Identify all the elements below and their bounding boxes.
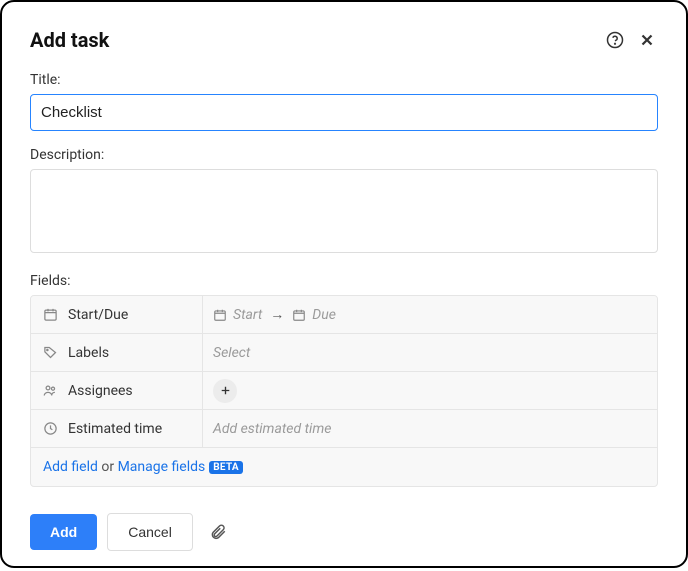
description-label: Description: — [30, 147, 658, 163]
field-row-labels: Labels Select — [31, 334, 657, 372]
due-placeholder: Due — [312, 307, 336, 323]
field-label: Labels — [68, 345, 109, 361]
field-row-startdue: Start/Due Start → Due — [31, 296, 657, 334]
people-icon — [43, 383, 58, 398]
calendar-icon — [213, 308, 227, 322]
field-label: Estimated time — [68, 421, 162, 437]
title-input[interactable] — [30, 94, 658, 131]
calendar-icon — [43, 307, 58, 322]
add-button[interactable]: Add — [30, 514, 97, 550]
modal-title: Add task — [30, 28, 109, 52]
beta-badge: BETA — [209, 461, 243, 474]
add-assignee-button[interactable] — [213, 379, 237, 403]
attachment-icon[interactable] — [209, 523, 227, 541]
cancel-button[interactable]: Cancel — [107, 513, 193, 551]
fields-label: Fields: — [30, 273, 658, 289]
startdue-value[interactable]: Start → Due — [203, 296, 657, 333]
tag-icon — [43, 345, 58, 360]
field-row-estimated: Estimated time Add estimated time — [31, 410, 657, 448]
labels-value[interactable]: Select — [203, 334, 657, 371]
arrow-right-icon: → — [270, 306, 284, 323]
field-row-assignees: Assignees — [31, 372, 657, 410]
calendar-icon — [292, 308, 306, 322]
title-label: Title: — [30, 72, 658, 88]
field-label: Start/Due — [68, 307, 128, 323]
fields-table: Start/Due Start → Due — [30, 295, 658, 487]
clock-icon — [43, 421, 58, 436]
or-text: or — [98, 459, 118, 475]
labels-placeholder: Select — [213, 345, 250, 361]
manage-fields-link[interactable]: Manage fields — [118, 459, 206, 475]
add-field-link[interactable]: Add field — [43, 459, 98, 475]
footer: Add Cancel — [30, 513, 658, 551]
estimated-time-value[interactable]: Add estimated time — [203, 410, 657, 447]
assignees-value — [203, 372, 657, 409]
description-input[interactable] — [30, 169, 658, 253]
start-placeholder: Start — [233, 307, 262, 323]
help-icon[interactable] — [604, 29, 626, 51]
estimated-time-placeholder: Add estimated time — [213, 421, 331, 437]
field-row-addfield: Add field or Manage fields BETA — [31, 448, 657, 486]
field-label: Assignees — [68, 383, 133, 399]
modal-header: Add task — [30, 28, 658, 52]
close-icon[interactable] — [636, 29, 658, 51]
